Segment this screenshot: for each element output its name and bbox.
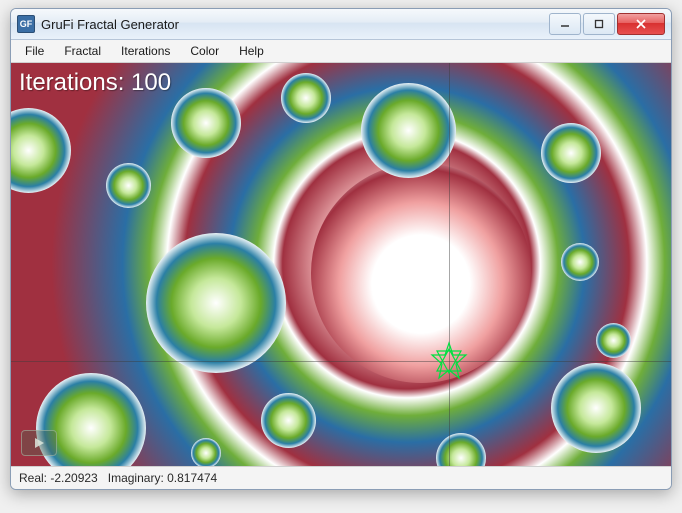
app-icon: GF — [17, 15, 35, 33]
titlebar[interactable]: GF GruFi Fractal Generator — [11, 9, 671, 40]
window-title: GruFi Fractal Generator — [41, 17, 549, 32]
status-real-value: -2.20923 — [50, 471, 97, 485]
iterations-overlay: Iterations: 100 — [19, 69, 171, 97]
menu-iterations[interactable]: Iterations — [111, 42, 180, 60]
maximize-button[interactable] — [583, 13, 615, 35]
close-button[interactable] — [617, 13, 665, 35]
crosshair-horizontal — [11, 361, 671, 362]
window-controls — [549, 13, 665, 35]
menubar: File Fractal Iterations Color Help — [11, 40, 671, 63]
status-imaginary-label: Imaginary: — [108, 471, 164, 485]
minimize-icon — [560, 19, 570, 29]
menu-file[interactable]: File — [15, 42, 54, 60]
menu-help[interactable]: Help — [229, 42, 274, 60]
play-button[interactable] — [21, 430, 57, 456]
menu-color[interactable]: Color — [180, 42, 229, 60]
status-real-label: Real: — [19, 471, 47, 485]
close-icon — [635, 18, 647, 30]
fractal-canvas[interactable]: Iterations: 100 — [11, 63, 671, 466]
crosshair-vertical — [449, 63, 450, 466]
maximize-icon — [594, 19, 604, 29]
minimize-button[interactable] — [549, 13, 581, 35]
menu-fractal[interactable]: Fractal — [54, 42, 111, 60]
statusbar: Real: -2.20923 Imaginary: 0.817474 — [11, 466, 671, 489]
status-imaginary-value: 0.817474 — [167, 471, 217, 485]
app-window: GF GruFi Fractal Generator File Fractal … — [10, 8, 672, 490]
fractal-render — [11, 63, 671, 466]
play-icon — [33, 437, 45, 449]
